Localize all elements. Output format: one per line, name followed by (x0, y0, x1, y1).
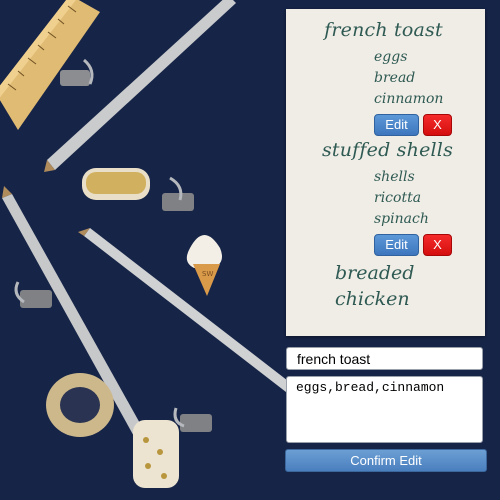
confirm-edit-button[interactable]: Confirm Edit (285, 449, 487, 472)
binder-clip-illustration (14, 281, 52, 308)
ingredients-textarea[interactable]: eggs,bread,cinnamon (286, 376, 483, 443)
recipe-title-input[interactable] (286, 347, 483, 370)
ingredient-item: shells (374, 169, 415, 185)
washi-tape-illustration (133, 420, 179, 488)
delete-button[interactable]: X (423, 234, 452, 256)
ingredient-item: bread (374, 70, 416, 86)
ingredient-item: spinach (374, 211, 429, 227)
edit-button[interactable]: Edit (374, 114, 419, 136)
ingredient-item: ricotta (374, 190, 422, 206)
recipe-item: breaded chicken (286, 256, 485, 312)
ingredient-item: cinnamon (374, 91, 444, 107)
washi-tape-illustration (46, 373, 114, 437)
recipe-title: breaded (335, 262, 415, 284)
recipe-list-card: french toast eggs bread cinnamon Edit X s… (286, 9, 485, 336)
binder-clip-illustration (60, 58, 94, 86)
recipe-title: stuffed shells (321, 139, 454, 161)
edit-button[interactable]: Edit (374, 234, 419, 256)
ice-cream-label: SW (202, 270, 213, 278)
binder-clip-illustration (173, 407, 212, 432)
washi-tape-illustration (82, 168, 150, 200)
recipe-item: stuffed shells shells ricotta spinach Ed… (286, 136, 485, 256)
pencil-illustration (78, 228, 292, 392)
ice-cream-eraser-illustration (186, 235, 222, 296)
recipe-item: french toast eggs bread cinnamon Edit X (286, 9, 485, 136)
recipe-title: french toast (324, 19, 443, 41)
ruler-illustration (0, 0, 100, 130)
delete-button[interactable]: X (423, 114, 452, 136)
ingredient-list: eggs bread cinnamon (286, 47, 485, 110)
binder-clip-illustration (162, 176, 194, 211)
ingredient-list: shells ricotta spinach (286, 167, 485, 230)
ingredient-item: eggs (374, 49, 408, 65)
recipe-title: chicken (335, 288, 410, 310)
recipe-actions: Edit X (286, 114, 485, 136)
recipe-actions: Edit X (286, 234, 485, 256)
